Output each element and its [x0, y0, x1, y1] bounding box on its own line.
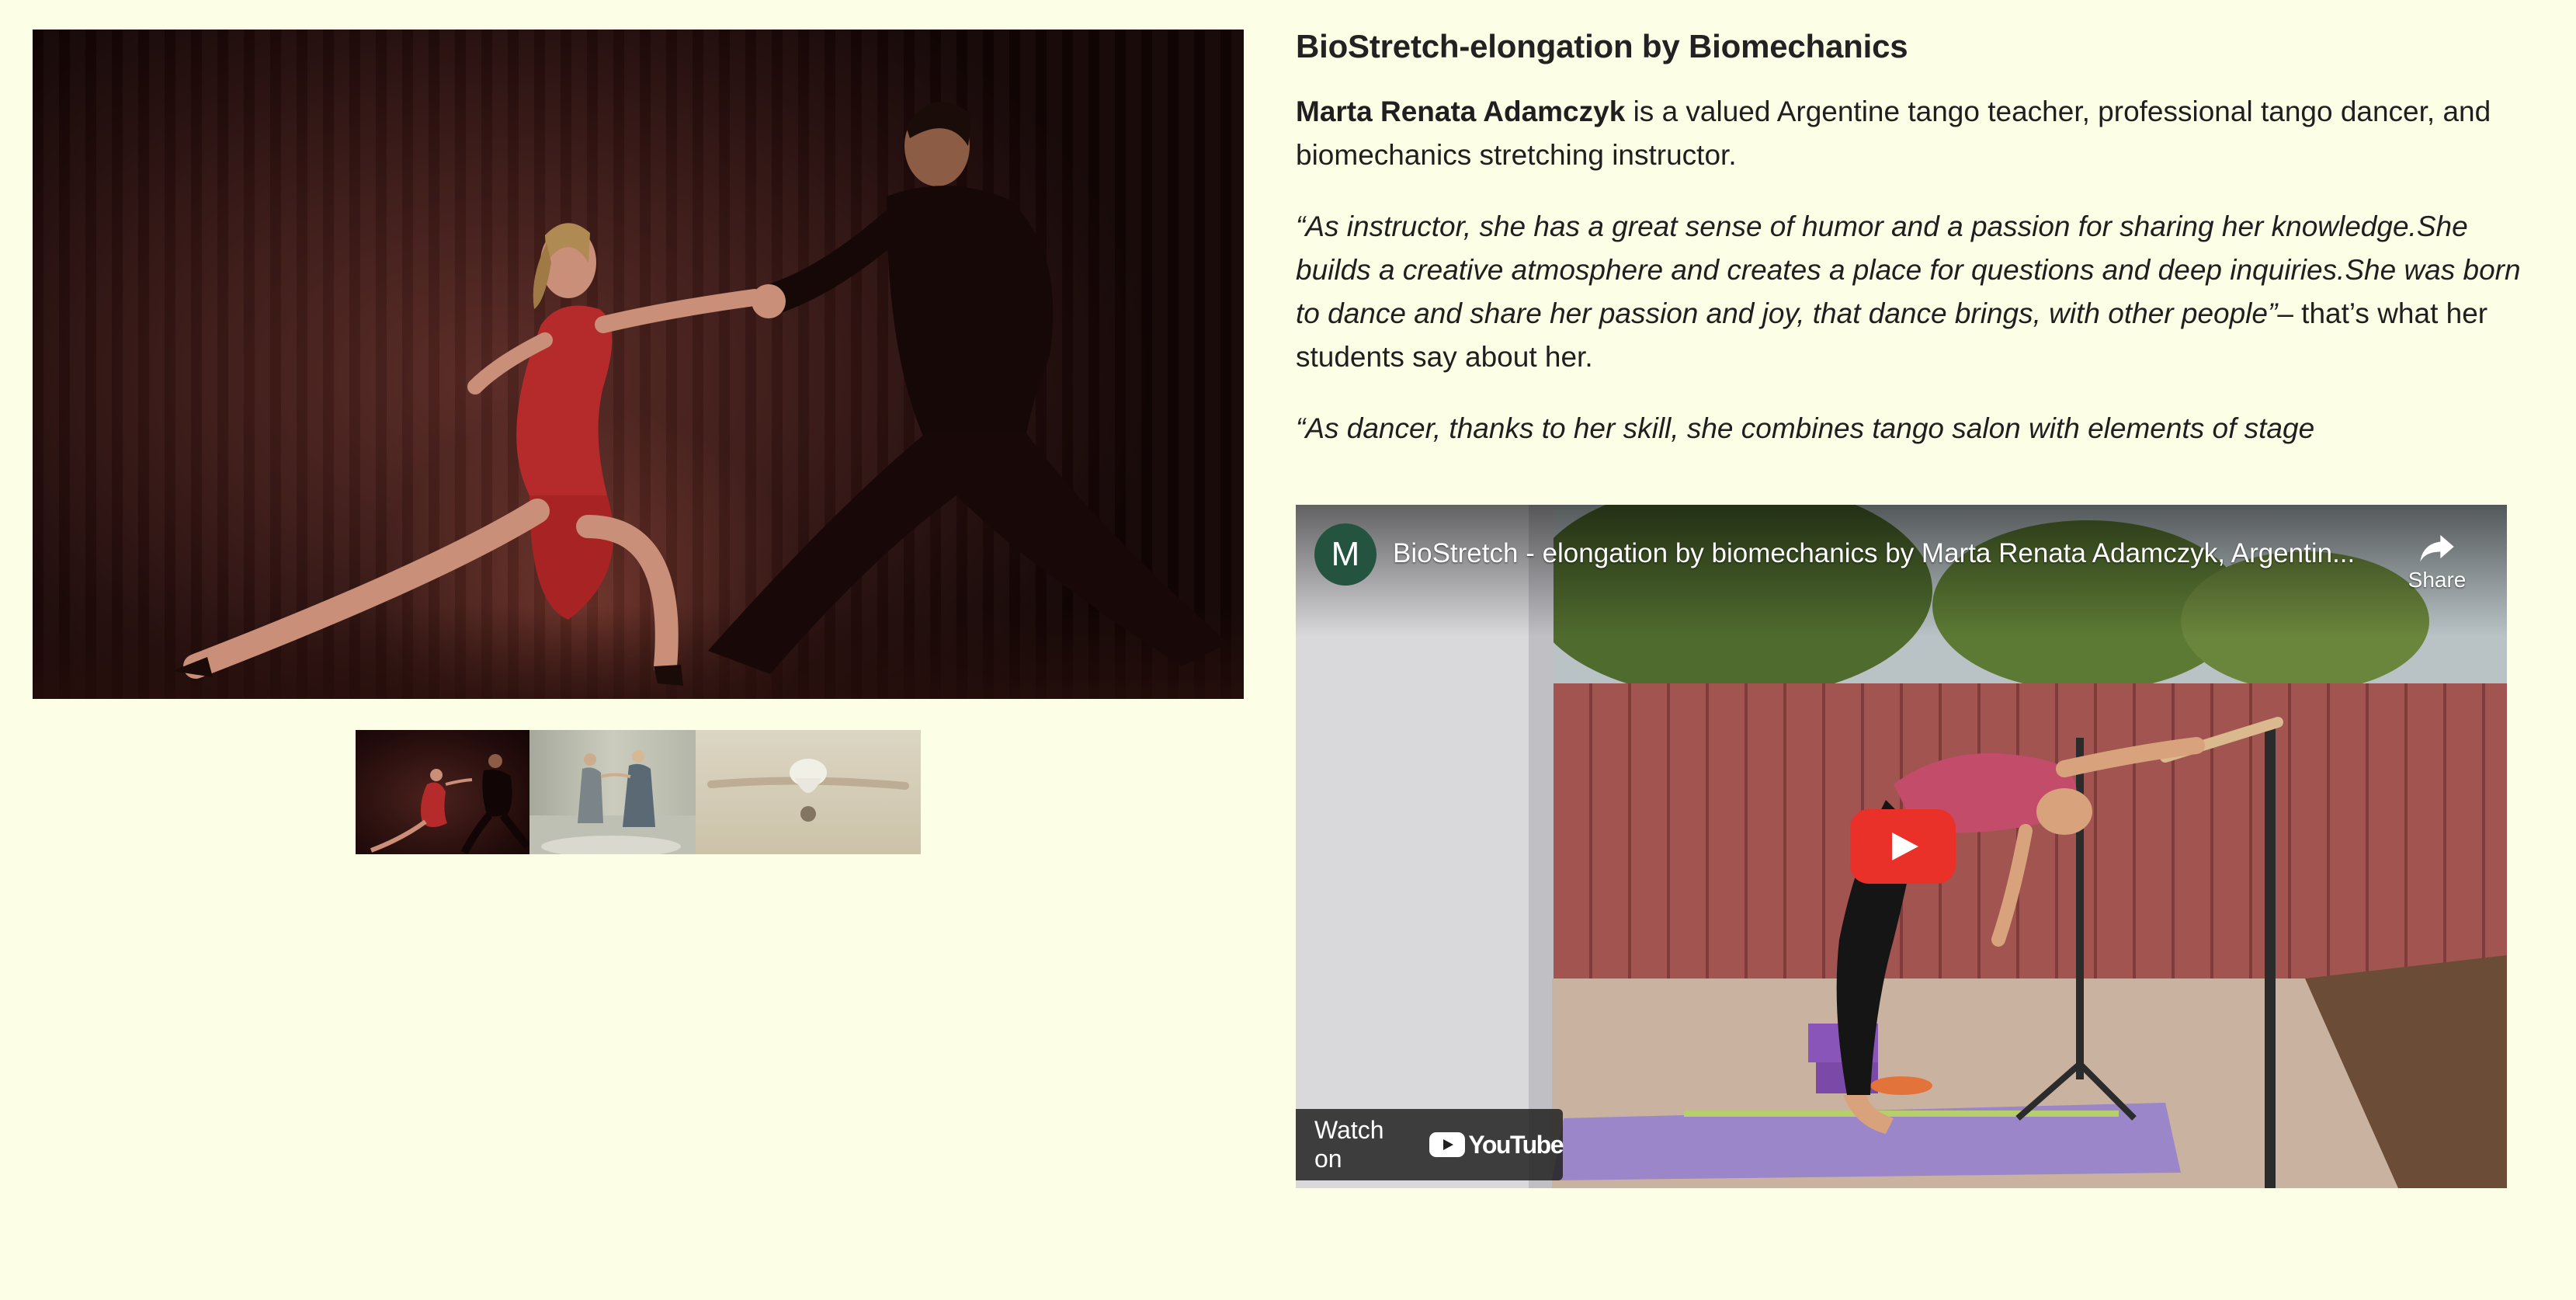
youtube-video-embed[interactable]: M BioStretch - elongation by biomechanic… — [1296, 505, 2507, 1188]
thumbnail-3[interactable] — [696, 730, 921, 854]
man-dancer-figure — [708, 102, 1228, 674]
channel-avatar[interactable]: M — [1314, 523, 1377, 586]
dancer-quote: “As dancer, thanks to her skill, she com… — [1296, 412, 2315, 444]
watch-on-youtube-button[interactable]: Watch on YouTube — [1296, 1109, 1564, 1180]
share-button[interactable]: Share — [2398, 520, 2476, 606]
main-gallery-photo[interactable] — [33, 30, 1244, 699]
stretch-floor-thumbnail — [707, 759, 909, 822]
share-label: Share — [2408, 568, 2467, 592]
video-title[interactable]: BioStretch - elongation by biomechanics … — [1393, 536, 2371, 572]
article: BioStretch-elongation by Biomechanics Ma… — [1296, 25, 2538, 450]
thumbnail-2[interactable] — [529, 730, 696, 854]
woman-dancer-figure — [172, 223, 763, 686]
tango-dancers-thumbnail — [529, 750, 696, 854]
students-quote-paragraph: “As instructor, she has a great sense of… — [1296, 205, 2538, 379]
play-icon — [1892, 832, 1918, 860]
instructor-name: Marta Renata Adamczyk — [1296, 96, 1626, 127]
tango-couple-thumbnail — [370, 754, 529, 854]
youtube-wordmark: YouTube — [1468, 1130, 1564, 1159]
play-button[interactable] — [1850, 809, 1956, 884]
youtube-play-logo-icon — [1429, 1132, 1466, 1157]
share-arrow-icon — [2420, 534, 2454, 562]
tango-couple-illustration — [172, 102, 1228, 686]
thumbnail-1[interactable] — [356, 730, 529, 854]
article-title: BioStretch-elongation by Biomechanics — [1296, 28, 1908, 64]
dancer-quote-paragraph: “As dancer, thanks to her skill, she com… — [1296, 407, 2538, 450]
intro-paragraph: Marta Renata Adamczyk is a valued Argent… — [1296, 90, 2538, 177]
youtube-logo: YouTube — [1429, 1130, 1564, 1159]
gallery-thumbnails — [356, 730, 921, 854]
watch-on-label: Watch on — [1314, 1116, 1384, 1173]
